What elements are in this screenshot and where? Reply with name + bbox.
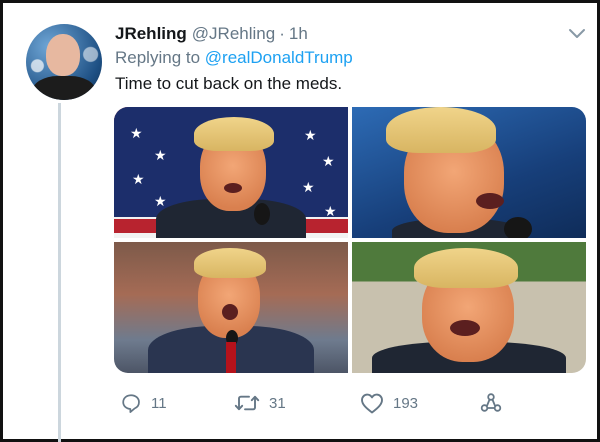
heart-icon <box>361 393 383 414</box>
media-photo-2[interactable] <box>352 107 586 238</box>
reply-count: 11 <box>151 394 167 412</box>
replying-to: Replying to @realDonaldTrump <box>115 48 353 68</box>
replying-to-prefix: Replying to <box>115 48 201 67</box>
share-icon <box>480 393 502 412</box>
person-mouth <box>476 193 504 209</box>
thread-line <box>58 103 61 442</box>
avatar-face <box>46 34 80 76</box>
flag-star: ★ <box>322 153 335 169</box>
reply-button[interactable]: 11 <box>120 389 167 417</box>
media-grid: ★ ★ ★ ★ ★ ★ ★ ★ <box>114 107 587 373</box>
flag-star: ★ <box>324 203 337 219</box>
flag-star: ★ <box>302 179 315 195</box>
display-name[interactable]: JRehling <box>115 24 187 44</box>
retweet-button[interactable]: 31 <box>234 389 286 417</box>
person-mouth <box>222 304 238 320</box>
like-button[interactable]: 193 <box>360 389 418 417</box>
chevron-down-icon[interactable] <box>567 27 587 41</box>
person-hair <box>194 117 274 151</box>
person-hair <box>194 248 266 278</box>
flag-star: ★ <box>130 125 143 141</box>
retweet-icon <box>234 395 260 411</box>
flag-star: ★ <box>154 147 167 163</box>
tweet-text: Time to cut back on the meds. <box>115 74 343 93</box>
avatar[interactable] <box>26 24 102 100</box>
media-photo-3[interactable] <box>114 242 348 373</box>
share-button[interactable] <box>480 389 502 417</box>
person-hair <box>386 107 496 153</box>
tweet-header: JRehling @JRehling · 1h <box>115 24 308 46</box>
media-photo-4[interactable] <box>352 242 586 373</box>
microphone <box>504 217 532 238</box>
person-hair <box>414 248 518 288</box>
retweet-count: 31 <box>269 394 286 412</box>
separator-dot: · <box>279 24 285 43</box>
flag-star: ★ <box>132 171 145 187</box>
tweet-frame: JRehling @JRehling · 1h Replying to @rea… <box>0 0 600 442</box>
person-mouth <box>224 183 242 193</box>
reply-icon <box>122 394 140 413</box>
avatar-shirt <box>32 76 96 100</box>
like-count: 193 <box>393 394 419 412</box>
flag-star: ★ <box>304 127 317 143</box>
tweet-actions: 11 31 193 <box>114 389 514 417</box>
media-photo-1[interactable]: ★ ★ ★ ★ ★ ★ ★ ★ <box>114 107 348 238</box>
person-tie <box>226 342 236 373</box>
microphone <box>254 203 270 225</box>
user-handle[interactable]: @JRehling <box>192 24 275 44</box>
person-mouth <box>450 320 480 336</box>
tweet-timestamp[interactable]: 1h <box>289 24 308 44</box>
replying-to-mention[interactable]: @realDonaldTrump <box>205 48 353 67</box>
